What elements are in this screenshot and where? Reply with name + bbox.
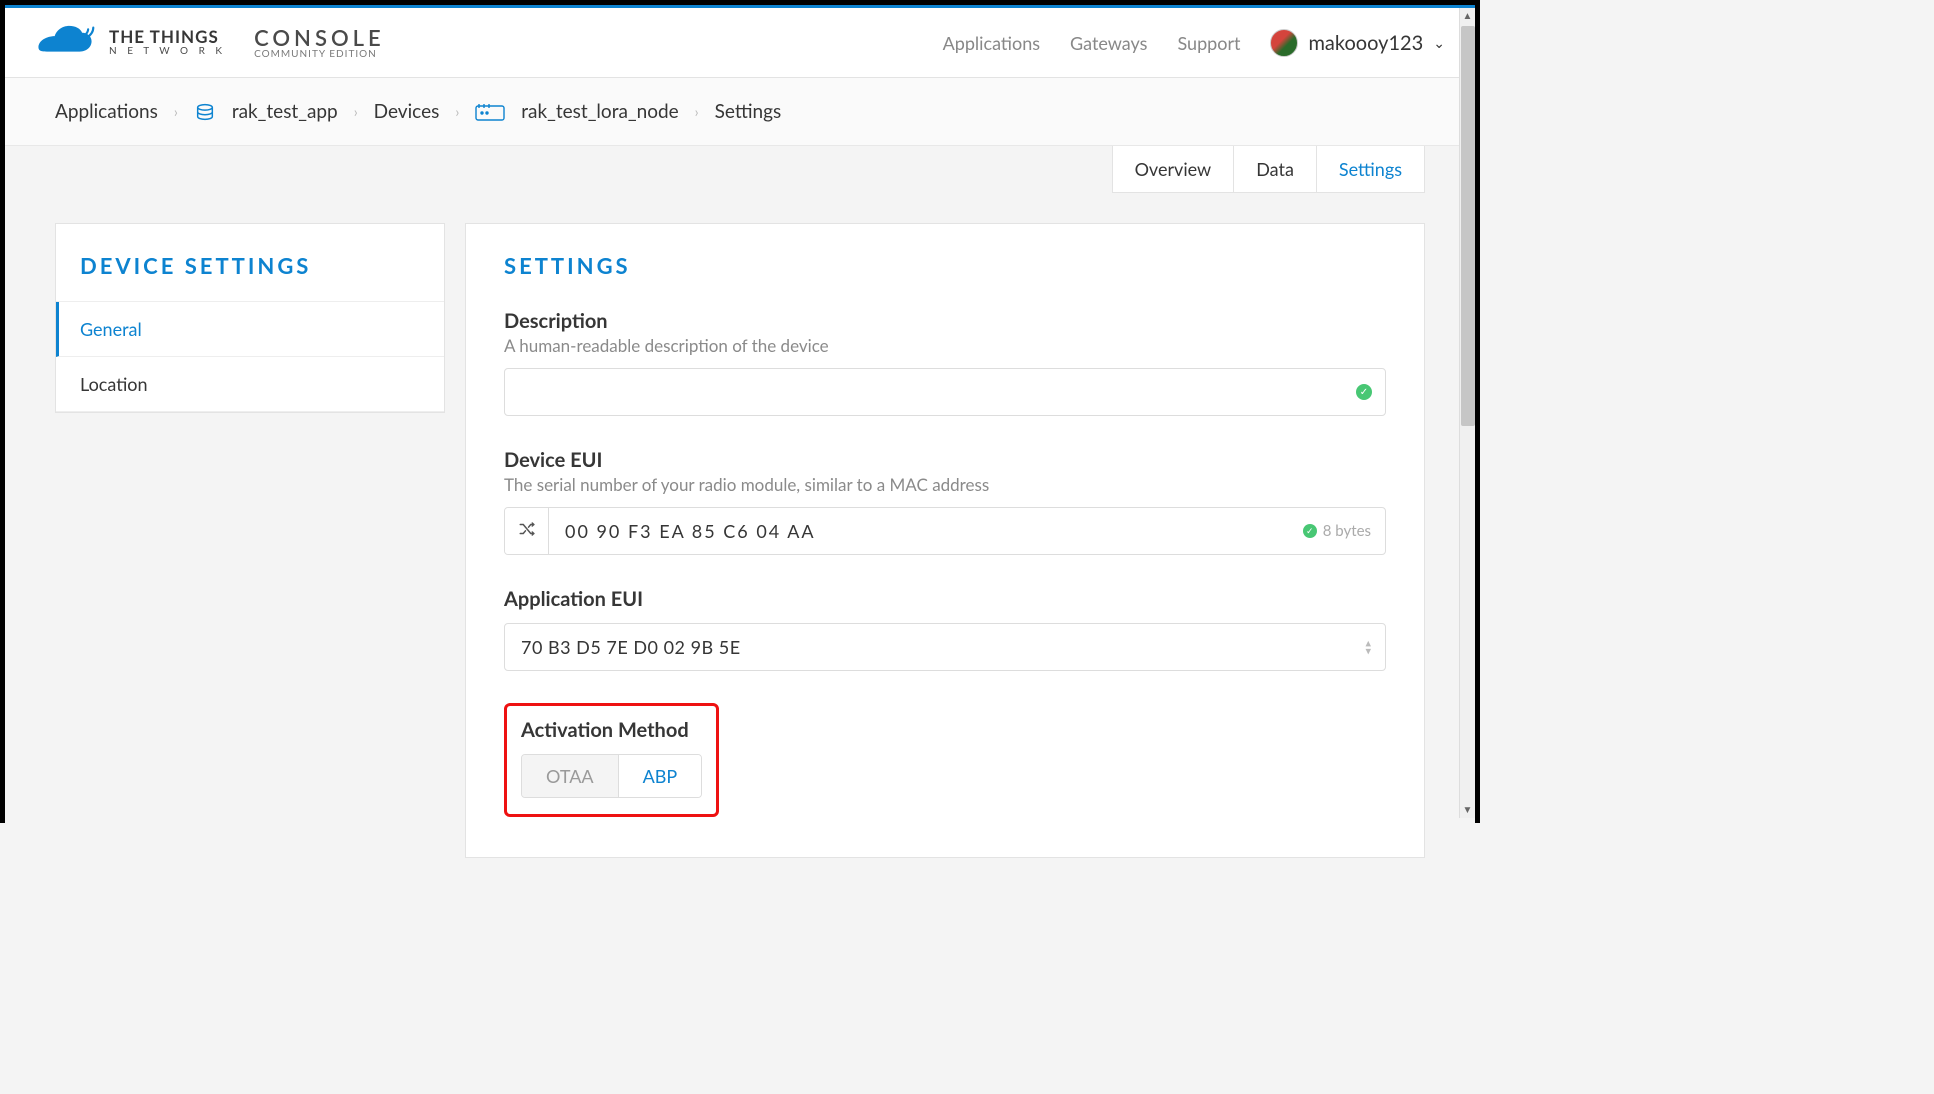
activation-toggle: OTAA ABP — [521, 754, 702, 798]
activation-abp[interactable]: ABP — [618, 755, 702, 797]
chevron-right-icon: › — [695, 103, 699, 120]
cloud-icon — [35, 24, 95, 62]
chevron-right-icon: › — [354, 103, 358, 120]
device-eui-label: Device EUI — [504, 448, 1386, 472]
sidebar-item-general[interactable]: General — [56, 302, 444, 357]
description-input[interactable] — [504, 368, 1386, 416]
brand-logo[interactable]: THE THINGS N E T W O R K CONSOLE COMMUNI… — [35, 24, 385, 62]
scroll-up-icon[interactable]: ▲ — [1460, 8, 1475, 24]
console-text: CONSOLE COMMUNITY EDITION — [254, 26, 385, 60]
settings-title: SETTINGS — [504, 252, 1386, 279]
nav-support[interactable]: Support — [1177, 32, 1240, 54]
field-description: Description A human-readable description… — [504, 309, 1386, 416]
activation-otaa[interactable]: OTAA — [522, 755, 618, 797]
header-nav: Applications Gateways Support — [943, 32, 1241, 54]
sidebar-title: DEVICE SETTINGS — [56, 224, 444, 302]
chevron-down-icon: ⌄ — [1433, 34, 1445, 52]
device-icon — [475, 102, 505, 122]
field-device-eui: Device EUI The serial number of your rad… — [504, 448, 1386, 555]
breadcrumb-devices[interactable]: Devices — [374, 100, 440, 123]
description-help: A human-readable description of the devi… — [504, 335, 1386, 356]
shuffle-icon — [518, 520, 536, 542]
page-tabs: Overview Data Settings — [1112, 146, 1425, 193]
tab-overview[interactable]: Overview — [1113, 146, 1234, 192]
chevron-right-icon: › — [174, 103, 178, 120]
scroll-down-icon[interactable]: ▼ — [1460, 802, 1475, 818]
user-menu[interactable]: makoooy123 ⌄ — [1270, 29, 1445, 57]
breadcrumb-settings[interactable]: Settings — [715, 100, 782, 123]
breadcrumb: Applications › rak_test_app › Devices › … — [5, 78, 1475, 146]
scroll-thumb[interactable] — [1461, 26, 1475, 426]
application-icon — [194, 101, 216, 123]
breadcrumb-applications[interactable]: Applications — [55, 100, 158, 123]
app-eui-label: Application EUI — [504, 587, 1386, 611]
avatar — [1270, 29, 1298, 57]
activation-highlight: Activation Method OTAA ABP — [504, 703, 719, 817]
activation-label: Activation Method — [521, 718, 702, 742]
vertical-scrollbar[interactable]: ▲ ▼ — [1459, 8, 1475, 818]
brand-text: THE THINGS N E T W O R K — [109, 28, 226, 58]
page-body: Overview Data Settings DEVICE SETTINGS G… — [5, 146, 1475, 898]
check-icon: ✓ — [1303, 524, 1317, 538]
app-header: THE THINGS N E T W O R K CONSOLE COMMUNI… — [5, 8, 1475, 78]
app-eui-select[interactable]: 70 B3 D5 7E D0 02 9B 5E ▴▾ — [504, 623, 1386, 671]
settings-panel: SETTINGS Description A human-readable de… — [465, 223, 1425, 858]
chevron-right-icon: › — [455, 103, 459, 120]
app-eui-value: 70 B3 D5 7E D0 02 9B 5E — [521, 636, 741, 658]
device-eui-bytes: 8 bytes — [1323, 522, 1371, 540]
breadcrumb-app-name[interactable]: rak_test_app — [232, 100, 338, 123]
device-eui-status: ✓ 8 bytes — [1303, 508, 1385, 554]
description-label: Description — [504, 309, 1386, 333]
nav-applications[interactable]: Applications — [943, 32, 1040, 54]
username: makoooy123 — [1308, 31, 1423, 55]
check-icon: ✓ — [1356, 384, 1372, 400]
breadcrumb-device-name[interactable]: rak_test_lora_node — [521, 100, 678, 123]
field-app-eui: Application EUI 70 B3 D5 7E D0 02 9B 5E … — [504, 587, 1386, 671]
tab-settings[interactable]: Settings — [1316, 146, 1424, 192]
nav-gateways[interactable]: Gateways — [1070, 32, 1147, 54]
shuffle-button[interactable] — [505, 508, 549, 554]
tab-data[interactable]: Data — [1233, 146, 1316, 192]
device-eui-value[interactable]: 00 90 F3 EA 85 C6 04 AA — [549, 508, 1303, 554]
select-arrows-icon: ▴▾ — [1365, 639, 1371, 654]
sidebar-item-location[interactable]: Location — [56, 357, 444, 412]
device-settings-sidebar: DEVICE SETTINGS General Location — [55, 223, 445, 413]
device-eui-help: The serial number of your radio module, … — [504, 474, 1386, 495]
